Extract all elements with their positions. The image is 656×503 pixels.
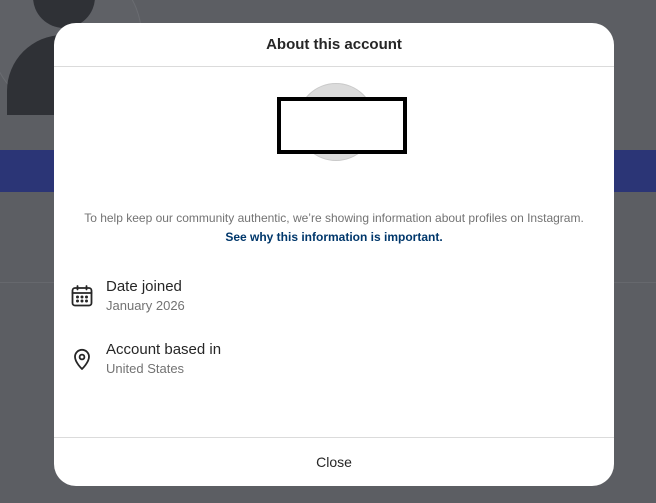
date-joined-label: Date joined [106,278,182,295]
dialog-title: About this account [266,36,402,53]
disclaimer-text: To help keep our community authentic, we… [84,211,584,225]
authenticity-disclaimer: To help keep our community authentic, we… [84,209,584,247]
close-button[interactable]: Close [54,437,614,486]
account-based-in-row: Account based in United States [68,340,221,378]
close-button-label: Close [316,454,352,470]
location-pin-icon [68,345,96,373]
date-joined-value: January 2026 [106,298,185,313]
about-account-dialog: About this account To help keep our comm… [54,23,614,486]
redacted-username-box [277,97,407,154]
account-based-in-label: Account based in [106,341,222,358]
account-based-in-text: Account based in United States [106,340,221,378]
calendar-icon [68,282,96,310]
dialog-header: About this account [54,23,614,67]
date-joined-text: Date joined January 2026 [106,277,185,315]
account-based-in-value: United States [106,361,185,376]
date-joined-row: Date joined January 2026 [68,277,185,315]
see-why-link[interactable]: See why this information is important. [225,230,442,244]
